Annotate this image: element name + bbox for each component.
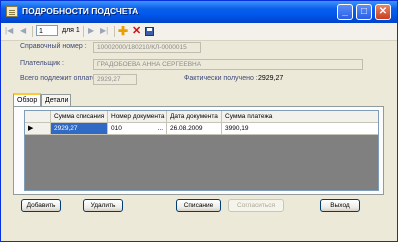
tab-details[interactable]: Детали: [41, 94, 71, 106]
close-icon: ✕: [378, 6, 388, 17]
received-value: 2929,27: [258, 75, 284, 82]
payer-label: Плательщик :: [20, 60, 64, 67]
table-cell[interactable]: 010 ...: [108, 123, 167, 135]
table-cell[interactable]: 26.08.2009: [167, 123, 222, 135]
lookup-ellipsis[interactable]: ...: [158, 123, 163, 134]
delete-button[interactable]: Удалить: [83, 199, 123, 212]
title-bar[interactable]: ПОДРОБНОСТИ ПОДСЧЕТА _ □ ✕: [1, 1, 397, 23]
overview-panel: Сумма списания Номер документа Дата доку…: [13, 106, 384, 195]
payments-grid[interactable]: Сумма списания Номер документа Дата доку…: [24, 110, 379, 191]
ref-number-label: Справочный номер :: [20, 43, 87, 50]
toolbar-separator: [32, 26, 33, 37]
column-header[interactable]: Сумма списания: [51, 111, 108, 123]
total-due-field[interactable]: 2929,27: [93, 74, 137, 85]
count-label: для 1: [62, 27, 80, 34]
received-label: Фактически получено :: [184, 75, 258, 82]
column-header[interactable]: Номер документа: [108, 111, 167, 123]
move-first-icon[interactable]: |◀: [5, 26, 13, 36]
ref-number-field[interactable]: 10002000/180210/КЛ-0000015: [93, 42, 201, 53]
column-header[interactable]: Дата документа: [167, 111, 222, 123]
add-button[interactable]: Добавить: [21, 199, 61, 212]
row-header[interactable]: ▶: [25, 123, 51, 135]
minimize-button[interactable]: _: [337, 4, 353, 20]
tab-overview[interactable]: Обзор: [13, 93, 41, 106]
column-header[interactable]: Сумма платежа: [222, 111, 378, 123]
exit-button[interactable]: Выход: [320, 199, 360, 212]
move-next-icon[interactable]: ▶: [88, 26, 94, 36]
move-last-icon[interactable]: ▶|: [100, 26, 108, 36]
doc-number-value: 010: [111, 125, 122, 132]
position-input[interactable]: 1: [36, 25, 58, 36]
maximize-button[interactable]: □: [356, 4, 372, 20]
move-previous-icon[interactable]: ◀: [20, 26, 26, 36]
app-icon: [6, 6, 18, 17]
toolbar-separator: [114, 26, 115, 37]
payer-field[interactable]: ГРАДОБОЕВА АННА СЕРГЕЕВНА: [93, 59, 363, 70]
delete-icon[interactable]: ✕: [132, 25, 141, 37]
table-cell[interactable]: 2929,27: [51, 123, 108, 135]
agree-button[interactable]: Согласиться: [228, 199, 284, 212]
navigator-toolbar: |◀ ◀ 1 для 1 ▶ ▶| ✚ ✕: [1, 23, 397, 41]
grid-corner: [25, 111, 51, 123]
save-icon[interactable]: [145, 27, 154, 36]
minimize-icon: _: [342, 6, 348, 17]
total-due-label: Всего подлежит оплате :: [20, 75, 100, 82]
window-title: ПОДРОБНОСТИ ПОДСЧЕТА: [22, 6, 139, 16]
close-button[interactable]: ✕: [375, 4, 391, 20]
current-row-icon: ▶: [28, 125, 34, 132]
toolbar-separator: [83, 26, 84, 37]
maximize-icon: □: [360, 6, 368, 17]
add-new-icon[interactable]: ✚: [118, 25, 128, 37]
details-window: ПОДРОБНОСТИ ПОДСЧЕТА _ □ ✕ |◀ ◀ 1 для 1 …: [0, 0, 398, 242]
writeoff-button[interactable]: Списание: [176, 199, 221, 212]
table-cell[interactable]: 3990,19: [222, 123, 378, 135]
